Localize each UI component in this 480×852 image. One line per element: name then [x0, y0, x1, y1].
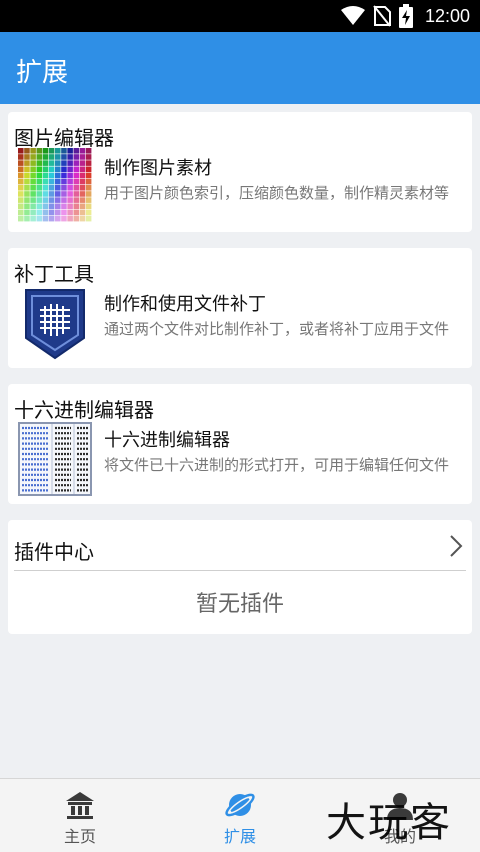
no-sim-icon: [373, 5, 391, 27]
patch-icon: [25, 289, 85, 360]
card-patch-tool: 补丁工具 制作和使用文件补丁 通过两个文件对比制作补丁，或者将补丁应用于文件: [8, 248, 472, 368]
card-item-name: 制作和使用文件补丁: [104, 294, 266, 315]
plugin-center-card: 插件中心 暂无插件: [8, 520, 472, 634]
card-image-editor: 图片编辑器 制作图片素材 用于图片颜色索引，压缩颜色数量，制作精灵素材等: [8, 112, 472, 232]
status-time: 12:00: [424, 5, 470, 26]
color-palette-icon: [18, 148, 92, 222]
page-title: 扩展: [16, 57, 69, 87]
card-hex-editor: 十六进制编辑器 十六进制编辑器 将文件已十六进制的形式打开，可用于编辑任何文件: [8, 384, 472, 504]
nav-label: 主页: [63, 827, 96, 846]
divider: [14, 570, 466, 571]
watermark: 大玩客: [326, 800, 452, 846]
nav-label: 扩展: [223, 827, 256, 846]
planet-icon: [225, 793, 255, 817]
wifi-icon: [340, 6, 365, 25]
nav-item-home[interactable]: 主页: [0, 779, 160, 852]
card-item-name: 十六进制编辑器: [104, 430, 230, 451]
plugin-center-header[interactable]: 插件中心: [8, 520, 472, 570]
card-title: 图片编辑器: [14, 126, 114, 150]
status-bar: 12:00: [0, 0, 480, 32]
card-item-desc: 用于图片颜色索引，压缩颜色数量，制作精灵素材等: [104, 184, 450, 202]
card-item-desc: 通过两个文件对比制作补丁，或者将补丁应用于文件: [104, 320, 450, 338]
card-item-row[interactable]: 十六进制编辑器: [104, 426, 230, 452]
battery-charging-icon: [398, 4, 413, 28]
plugin-center-title: 插件中心: [14, 540, 94, 564]
nav-item-extensions[interactable]: 扩展: [160, 779, 320, 852]
card-item-row[interactable]: 制作图片素材: [104, 154, 212, 180]
card-title: 补丁工具: [14, 262, 94, 286]
home-bank-icon: [66, 792, 94, 819]
card-item-name: 制作图片素材: [104, 158, 212, 179]
card-item-row[interactable]: 制作和使用文件补丁: [104, 290, 266, 316]
chevron-right-icon: [450, 535, 463, 557]
card-title: 十六进制编辑器: [14, 398, 154, 422]
empty-plugins-text: 暂无插件: [195, 592, 284, 617]
card-item-desc: 将文件已十六进制的形式打开，可用于编辑任何文件: [104, 456, 450, 474]
app-bar: 扩展: [0, 32, 480, 104]
hex-editor-icon: [18, 422, 92, 496]
